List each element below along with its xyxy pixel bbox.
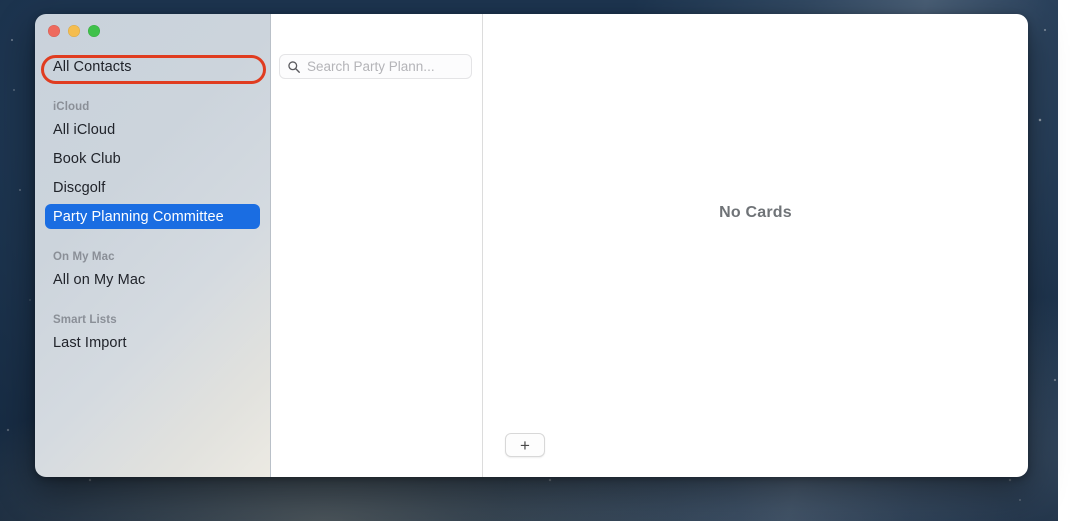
sidebar: All Contacts iCloud All iCloud Book Club bbox=[35, 14, 271, 477]
sidebar-item-label: Party Planning Committee bbox=[53, 208, 224, 225]
sidebar-item-book-club[interactable]: Book Club bbox=[45, 146, 260, 171]
sidebar-list: All Contacts iCloud All iCloud Book Club bbox=[35, 54, 270, 355]
sidebar-item-label: Last Import bbox=[53, 334, 127, 351]
sidebar-section-header-smart-lists: Smart Lists bbox=[45, 304, 260, 326]
sidebar-item-discgolf[interactable]: Discgolf bbox=[45, 175, 260, 200]
sidebar-item-all-icloud[interactable]: All iCloud bbox=[45, 117, 260, 142]
sidebar-item-all-contacts[interactable]: All Contacts bbox=[45, 54, 260, 79]
desktop-background: All Contacts iCloud All iCloud Book Club bbox=[0, 0, 1080, 521]
sidebar-item-label: All on My Mac bbox=[53, 271, 146, 288]
search-input[interactable] bbox=[307, 59, 464, 74]
close-button[interactable] bbox=[48, 25, 60, 37]
sidebar-item-party-planning-committee[interactable]: Party Planning Committee bbox=[45, 204, 260, 229]
screen-right-white-strip bbox=[1058, 0, 1080, 521]
sidebar-section-label: Smart Lists bbox=[53, 314, 117, 326]
sidebar-item-last-import[interactable]: Last Import bbox=[45, 330, 260, 355]
search-icon bbox=[288, 60, 300, 73]
sidebar-section-label: iCloud bbox=[53, 101, 90, 113]
zoom-button[interactable] bbox=[88, 25, 100, 37]
sidebar-item-all-on-my-mac[interactable]: All on My Mac bbox=[45, 267, 260, 292]
search-field[interactable] bbox=[279, 54, 472, 79]
window-controls bbox=[48, 25, 100, 37]
contacts-window: All Contacts iCloud All iCloud Book Club bbox=[35, 14, 1028, 477]
card-list-pane bbox=[271, 14, 483, 477]
sidebar-section-header-on-my-mac: On My Mac bbox=[45, 241, 260, 263]
sidebar-section-header-icloud: iCloud bbox=[45, 91, 260, 113]
sidebar-item-label: All iCloud bbox=[53, 121, 116, 138]
sidebar-item-label: Book Club bbox=[53, 150, 121, 167]
card-detail-pane: No Cards bbox=[483, 14, 1028, 477]
empty-state-message: No Cards bbox=[719, 204, 792, 221]
sidebar-item-label: All Contacts bbox=[53, 58, 132, 75]
minimize-button[interactable] bbox=[68, 25, 80, 37]
add-contact-button[interactable]: + bbox=[505, 433, 545, 457]
sidebar-item-label: Discgolf bbox=[53, 179, 106, 196]
sidebar-section-label: On My Mac bbox=[53, 251, 115, 263]
plus-icon: + bbox=[520, 435, 530, 455]
